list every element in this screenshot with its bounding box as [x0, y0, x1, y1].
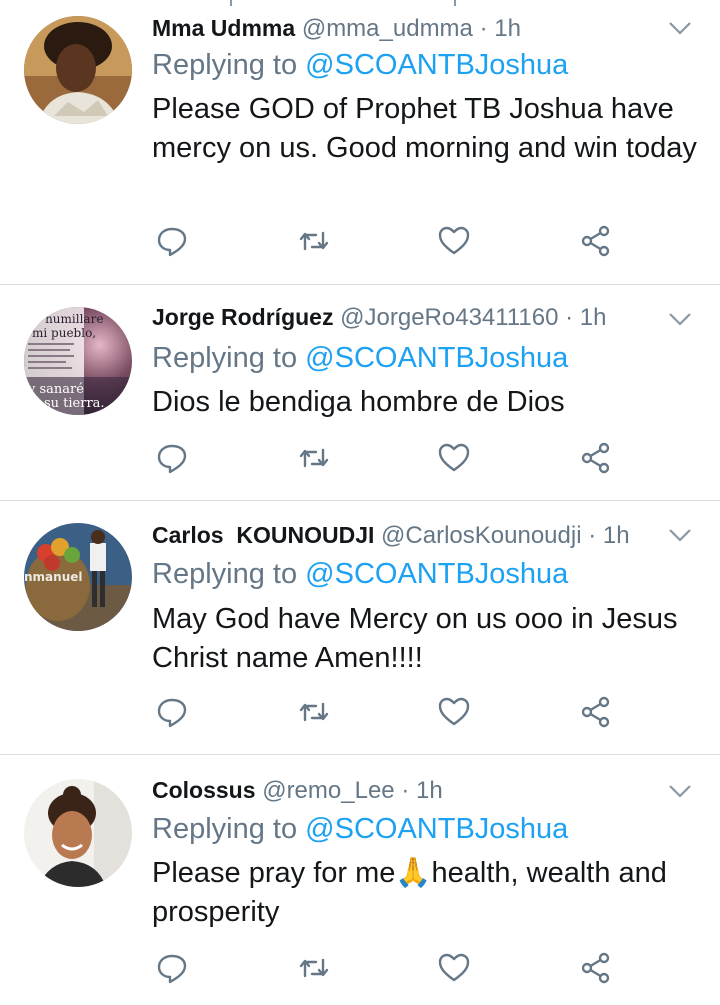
- replying-to-label: Replying to: [152, 813, 306, 845]
- tweet-actions: [0, 694, 720, 734]
- retweet-icon[interactable]: [296, 223, 336, 263]
- share-icon[interactable]: [578, 440, 618, 480]
- avatar-caption: su tierra.: [44, 396, 105, 411]
- timestamp[interactable]: 1h: [494, 15, 521, 42]
- woman-portrait-avatar: [24, 16, 132, 124]
- display-name[interactable]: Mma Udmma: [152, 15, 295, 41]
- tweet-header: Carlos KOUNOUDJI @CarlosKounoudji · 1h: [152, 517, 630, 553]
- avatar-caption: nmanuel: [24, 570, 82, 584]
- avatar-caption: y sanaré: [27, 382, 84, 397]
- share-icon[interactable]: [578, 950, 618, 990]
- share-icon[interactable]: [578, 694, 618, 734]
- replying-to: Replying to @SCOANTBJoshua: [152, 338, 568, 378]
- display-name[interactable]: Carlos KOUNOUDJI: [152, 522, 374, 548]
- like-icon[interactable]: [436, 440, 476, 480]
- reply-icon[interactable]: [154, 694, 194, 734]
- mention-link[interactable]: @SCOANTBJoshua: [305, 558, 568, 590]
- fruit-basket-preacher-avatar: nmanuel: [24, 523, 132, 631]
- avatar[interactable]: [24, 779, 132, 887]
- avatar[interactable]: [24, 16, 132, 124]
- tweet-header: Colossus @remo_Lee · 1h: [152, 772, 443, 808]
- display-name[interactable]: Jorge Rodríguez: [152, 304, 333, 330]
- timestamp[interactable]: 1h: [416, 777, 443, 804]
- retweet-icon[interactable]: [296, 440, 336, 480]
- like-icon[interactable]: [436, 694, 476, 734]
- chevron-down-icon[interactable]: [666, 521, 694, 549]
- tweet-text: May God have Mercy on us ooo in Jesus Ch…: [152, 603, 678, 674]
- tweet-actions: [0, 950, 720, 990]
- reply-icon[interactable]: [154, 223, 194, 263]
- user-handle[interactable]: @CarlosKounoudji: [381, 522, 581, 549]
- replying-to-label: Replying to: [152, 558, 306, 590]
- tweet-3[interactable]: nmanuel Carlos KOUNOUDJI @CarlosKounoudj…: [0, 501, 720, 755]
- replying-to-label: Replying to: [152, 342, 306, 374]
- like-icon[interactable]: [436, 223, 476, 263]
- replying-to: Replying to @SCOANTBJoshua: [152, 554, 568, 594]
- woman-smiling-avatar: [24, 779, 132, 887]
- tweet-2[interactable]: se humillare mi pueblo, y sanaré su tier…: [0, 285, 720, 501]
- user-handle[interactable]: @remo_Lee: [262, 777, 394, 804]
- reply-icon[interactable]: [154, 950, 194, 990]
- tweet-actions: [0, 223, 720, 263]
- tweet-text-part: Please pray for me: [152, 857, 396, 889]
- replying-to: Replying to @SCOANTBJoshua: [152, 809, 568, 849]
- tweet-text: Dios le bendiga hombre de Dios: [152, 386, 565, 418]
- mention-link[interactable]: @SCOANTBJoshua: [305, 342, 568, 374]
- replying-to-label: Replying to: [152, 49, 306, 81]
- mention-link[interactable]: @SCOANTBJoshua: [305, 49, 568, 81]
- avatar[interactable]: nmanuel: [24, 523, 132, 631]
- user-handle[interactable]: @JorgeRo43411160: [340, 304, 558, 331]
- tweet-text: Please pray for me🙏health, wealth and pr…: [152, 854, 700, 932]
- timestamp[interactable]: 1h: [580, 304, 607, 331]
- avatar-caption: mi pueblo,: [32, 326, 96, 340]
- separator-dot: ·: [479, 15, 488, 42]
- praying-hands-emoji: 🙏: [395, 857, 432, 889]
- chevron-down-icon[interactable]: [666, 14, 694, 42]
- mention-link[interactable]: @SCOANTBJoshua: [305, 813, 568, 845]
- share-icon[interactable]: [578, 223, 618, 263]
- reply-icon[interactable]: [154, 440, 194, 480]
- display-name[interactable]: Colossus: [152, 777, 256, 803]
- tweet-actions: [0, 440, 720, 480]
- chevron-down-icon[interactable]: [666, 305, 694, 333]
- user-handle[interactable]: @mma_udmma: [302, 15, 473, 42]
- chevron-down-icon[interactable]: [666, 777, 694, 805]
- replying-to: Replying to @SCOANTBJoshua: [152, 45, 568, 85]
- tweet-header: Mma Udmma @mma_udmma · 1h: [152, 10, 521, 46]
- retweet-icon[interactable]: [296, 950, 336, 990]
- retweet-icon[interactable]: [296, 694, 336, 734]
- scripture-image-avatar: se humillare mi pueblo, y sanaré su tier…: [24, 307, 132, 415]
- tweet-4[interactable]: Colossus @remo_Lee · 1h Replying to @SCO…: [0, 755, 720, 1005]
- tweet-text: Please GOD of Prophet TB Joshua have mer…: [152, 93, 697, 164]
- timestamp[interactable]: 1h: [603, 522, 630, 549]
- avatar[interactable]: se humillare mi pueblo, y sanaré su tier…: [24, 307, 132, 415]
- like-icon[interactable]: [436, 950, 476, 990]
- tweet-1[interactable]: Mma Udmma @mma_udmma · 1h Replying to @S…: [0, 0, 720, 285]
- tweet-header: Jorge Rodríguez @JorgeRo43411160 · 1h: [152, 299, 606, 335]
- separator-dot: ·: [588, 522, 597, 549]
- separator-dot: ·: [565, 304, 574, 331]
- separator-dot: ·: [401, 777, 410, 804]
- avatar-caption: se humillare: [28, 312, 103, 326]
